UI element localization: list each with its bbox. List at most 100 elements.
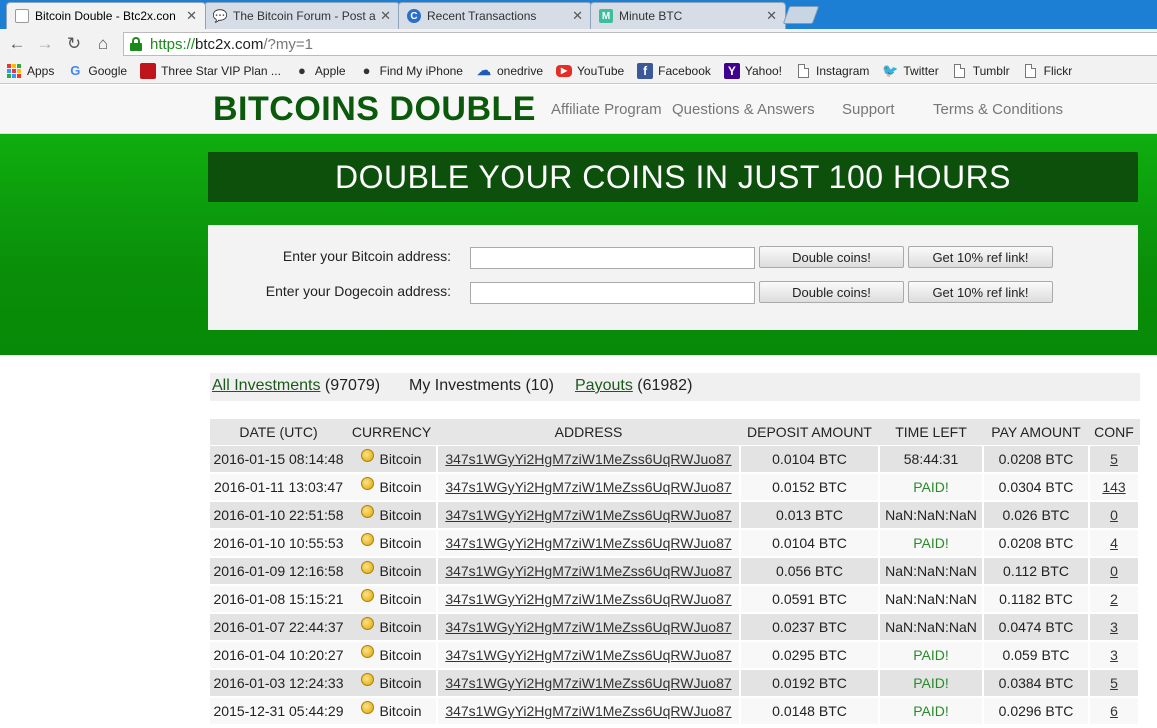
confirmations-link[interactable]: 2: [1110, 591, 1118, 607]
conf-cell: 4: [1090, 530, 1138, 556]
dogecoin-ref-link-button[interactable]: Get 10% ref link!: [908, 281, 1053, 303]
nav-questions-answers[interactable]: Questions & Answers: [672, 101, 815, 118]
address-link[interactable]: 347s1WGyYi2HgM7ziW1MeZss6UqRWJuo87: [445, 647, 731, 663]
confirmations-link[interactable]: 143: [1102, 479, 1125, 495]
currency-cell: Bitcoin: [347, 614, 436, 640]
time-left-cell: PAID!: [880, 642, 982, 668]
bookmark-label: onedrive: [496, 63, 544, 78]
deposit-cell: 0.0148 BTC: [741, 698, 878, 724]
currency-text: Bitcoin: [379, 451, 422, 467]
back-arrow-icon[interactable]: ←: [6, 33, 28, 55]
bookmark-flickr[interactable]: Flickr: [1023, 63, 1073, 79]
address-link[interactable]: 347s1WGyYi2HgM7ziW1MeZss6UqRWJuo87: [445, 563, 731, 579]
bookmark-tumblr[interactable]: Tumblr: [952, 63, 1010, 79]
tab-label[interactable]: Payouts: [575, 377, 633, 394]
currency-cell: Bitcoin: [347, 558, 436, 584]
close-icon[interactable]: ✕: [380, 8, 391, 24]
address-cell: 347s1WGyYi2HgM7ziW1MeZss6UqRWJuo87: [438, 446, 739, 472]
bookmarks-bar: Apps G Google Three Star VIP Plan ... ● …: [0, 58, 1157, 84]
address-link[interactable]: 347s1WGyYi2HgM7ziW1MeZss6UqRWJuo87: [445, 591, 731, 607]
nav-terms-conditions[interactable]: Terms & Conditions: [933, 101, 1063, 118]
currency-cell: Bitcoin: [347, 670, 436, 696]
bookmark-instagram[interactable]: Instagram: [795, 63, 869, 79]
new-tab-button[interactable]: [782, 6, 820, 24]
browser-tab-minute-btc[interactable]: M Minute BTC ✕: [590, 2, 786, 29]
browser-toolbar: ← → ↻ ⌂ https://btc2x.com/?my=1: [0, 29, 1157, 58]
bookmark-label: Three Star VIP Plan ...: [161, 63, 281, 78]
address-link[interactable]: 347s1WGyYi2HgM7ziW1MeZss6UqRWJuo87: [445, 535, 731, 551]
time-left-cell: NaN:NaN:NaN: [880, 502, 982, 528]
browser-tab-bitcoin-double[interactable]: Bitcoin Double - Btc2x.con ✕: [6, 2, 206, 29]
bookmark-facebook[interactable]: f Facebook: [637, 62, 711, 79]
bookmark-yahoo[interactable]: Y Yahoo!: [723, 62, 782, 79]
address-link[interactable]: 347s1WGyYi2HgM7ziW1MeZss6UqRWJuo87: [445, 703, 731, 719]
bookmark-youtube[interactable]: ▶ YouTube: [556, 64, 624, 78]
bookmark-apple[interactable]: ● Apple: [294, 63, 346, 79]
bitcoin-address-label: Enter your Bitcoin address:: [282, 248, 451, 264]
tab-count: (10): [521, 377, 554, 394]
address-link[interactable]: 347s1WGyYi2HgM7ziW1MeZss6UqRWJuo87: [445, 451, 731, 467]
currency-text: Bitcoin: [379, 675, 422, 691]
forward-arrow-icon[interactable]: →: [34, 33, 56, 55]
hero-section: DOUBLE YOUR COINS IN JUST 100 HOURS Ente…: [0, 134, 1157, 355]
tab-title: Minute BTC: [619, 9, 683, 23]
address-link[interactable]: 347s1WGyYi2HgM7ziW1MeZss6UqRWJuo87: [445, 619, 731, 635]
address-link[interactable]: 347s1WGyYi2HgM7ziW1MeZss6UqRWJuo87: [445, 479, 731, 495]
tab-all-investments[interactable]: All Investments (97079): [212, 377, 380, 395]
bookmark-apps[interactable]: Apps: [6, 63, 54, 79]
confirmations-link[interactable]: 0: [1110, 563, 1118, 579]
close-icon[interactable]: ✕: [766, 8, 777, 24]
table-row: 2016-01-10 22:51:58 Bitcoin 347s1WGyYi2HgM…: [210, 502, 1140, 530]
bookmark-label: Flickr: [1043, 63, 1073, 78]
double-bitcoin-button[interactable]: Double coins!: [759, 246, 904, 268]
bookmark-find-my-iphone[interactable]: ● Find My iPhone: [359, 63, 463, 79]
apple-icon: ●: [362, 63, 371, 78]
page-favicon-icon: [15, 9, 29, 23]
nav-affiliate-program[interactable]: Affiliate Program: [551, 101, 662, 118]
bitcoin-ref-link-button[interactable]: Get 10% ref link!: [908, 246, 1053, 268]
double-dogecoin-button[interactable]: Double coins!: [759, 281, 904, 303]
confirmations-link[interactable]: 3: [1110, 647, 1118, 663]
time-left-cell: NaN:NaN:NaN: [880, 558, 982, 584]
dogecoin-address-input[interactable]: [470, 282, 755, 304]
browser-tab-recent-transactions[interactable]: C Recent Transactions ✕: [398, 2, 592, 29]
bookmark-google[interactable]: G Google: [67, 63, 127, 79]
tab-label: My Investments: [409, 377, 522, 394]
close-icon[interactable]: ✕: [572, 8, 583, 24]
currency-text: Bitcoin: [379, 479, 422, 495]
pay-cell: 0.0304 BTC: [984, 474, 1088, 500]
address-link[interactable]: 347s1WGyYi2HgM7ziW1MeZss6UqRWJuo87: [445, 507, 731, 523]
home-icon[interactable]: ⌂: [92, 33, 114, 55]
nav-support[interactable]: Support: [842, 101, 895, 118]
bitcoin-address-input[interactable]: [470, 247, 755, 269]
tab-label[interactable]: All Investments: [212, 377, 320, 394]
bitcoin-coin-icon: [361, 533, 375, 546]
bookmark-three-star-vip[interactable]: Three Star VIP Plan ...: [140, 62, 281, 79]
currency-text: Bitcoin: [379, 507, 422, 523]
tab-payouts[interactable]: Payouts (61982): [575, 377, 692, 395]
bookmark-onedrive[interactable]: ☁ onedrive: [476, 62, 544, 79]
address-bar[interactable]: https://btc2x.com/?my=1: [123, 32, 1157, 56]
address-link[interactable]: 347s1WGyYi2HgM7ziW1MeZss6UqRWJuo87: [445, 675, 731, 691]
currency-text: Bitcoin: [379, 563, 422, 579]
confirmations-link[interactable]: 3: [1110, 619, 1118, 635]
currency-cell: Bitcoin: [347, 642, 436, 668]
close-icon[interactable]: ✕: [186, 8, 197, 24]
bookmark-twitter[interactable]: 🐦 Twitter: [882, 63, 938, 79]
confirmations-link[interactable]: 6: [1110, 703, 1118, 719]
address-cell: 347s1WGyYi2HgM7ziW1MeZss6UqRWJuo87: [438, 558, 739, 584]
confirmations-link[interactable]: 5: [1110, 675, 1118, 691]
confirmations-link[interactable]: 0: [1110, 507, 1118, 523]
confirmations-link[interactable]: 4: [1110, 535, 1118, 551]
browser-tab-bitcoin-forum[interactable]: 💬 The Bitcoin Forum - Post a ✕: [204, 2, 400, 29]
tab-my-investments[interactable]: My Investments (10): [409, 377, 554, 395]
time-left-cell: 58:44:31: [880, 446, 982, 472]
reload-icon[interactable]: ↻: [63, 33, 85, 55]
currency-cell: Bitcoin: [347, 474, 436, 500]
time-left-cell: PAID!: [880, 670, 982, 696]
page-icon: [795, 63, 811, 79]
confirmations-link[interactable]: 5: [1110, 451, 1118, 467]
tab-title: The Bitcoin Forum - Post a: [233, 9, 376, 23]
site-logo[interactable]: BITCOINS DOUBLE: [213, 90, 536, 129]
bitcoin-coin-icon: [361, 505, 375, 518]
